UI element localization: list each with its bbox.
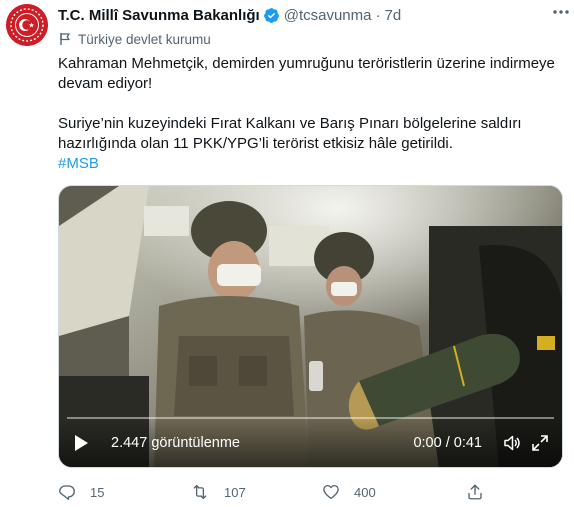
share-icon xyxy=(468,484,482,500)
more-icon xyxy=(553,10,569,14)
video-player[interactable]: 2.447 görüntülenme 0:00 / 0:41 xyxy=(58,185,563,468)
separator-dot: · xyxy=(375,6,381,24)
fullscreen-icon[interactable] xyxy=(530,433,550,453)
video-controls: 2.447 görüntülenme 0:00 / 0:41 xyxy=(59,419,562,467)
hashtag-link[interactable]: #MSB xyxy=(58,154,563,174)
heart-icon xyxy=(323,484,339,500)
tweet-header: T.C. Millî Savunma Bakanlığı @tcsavunma … xyxy=(58,4,564,26)
avatar[interactable] xyxy=(6,4,48,46)
flag-icon xyxy=(60,33,70,45)
view-count: 2.447 görüntülenme xyxy=(111,435,240,451)
account-label[interactable]: Türkiye devlet kurumu xyxy=(58,30,211,48)
author-name[interactable]: T.C. Millî Savunma Bakanlığı xyxy=(58,7,260,24)
author-handle[interactable]: @tcsavunma xyxy=(284,7,372,24)
more-button[interactable] xyxy=(550,2,572,22)
volume-icon[interactable] xyxy=(502,433,522,453)
retweet-count: 107 xyxy=(224,484,246,500)
play-icon[interactable] xyxy=(71,433,91,453)
like-button[interactable]: 400 xyxy=(322,483,454,501)
tweet-text: Kahraman Mehmetçik, demirden yumruğunu t… xyxy=(58,54,563,174)
retweet-button[interactable]: 107 xyxy=(190,483,322,501)
tweet-actions: 15 107 400 xyxy=(58,480,498,504)
reply-icon xyxy=(59,485,75,501)
account-label-text: Türkiye devlet kurumu xyxy=(78,31,211,47)
retweet-icon xyxy=(193,484,207,500)
tweet-time[interactable]: 7d xyxy=(384,7,401,24)
share-button[interactable] xyxy=(466,483,498,501)
tweet-paragraph-1: Kahraman Mehmetçik, demirden yumruğunu t… xyxy=(58,55,555,92)
msb-emblem-icon xyxy=(6,4,48,46)
reply-count: 15 xyxy=(90,484,105,500)
like-count: 400 xyxy=(354,484,376,500)
reply-button[interactable]: 15 xyxy=(58,483,190,501)
verified-badge-icon xyxy=(263,7,279,23)
tweet-paragraph-2: Suriye’nin kuzeyindeki Fırat Kalkanı ve … xyxy=(58,115,522,152)
video-time: 0:00 / 0:41 xyxy=(413,435,482,451)
